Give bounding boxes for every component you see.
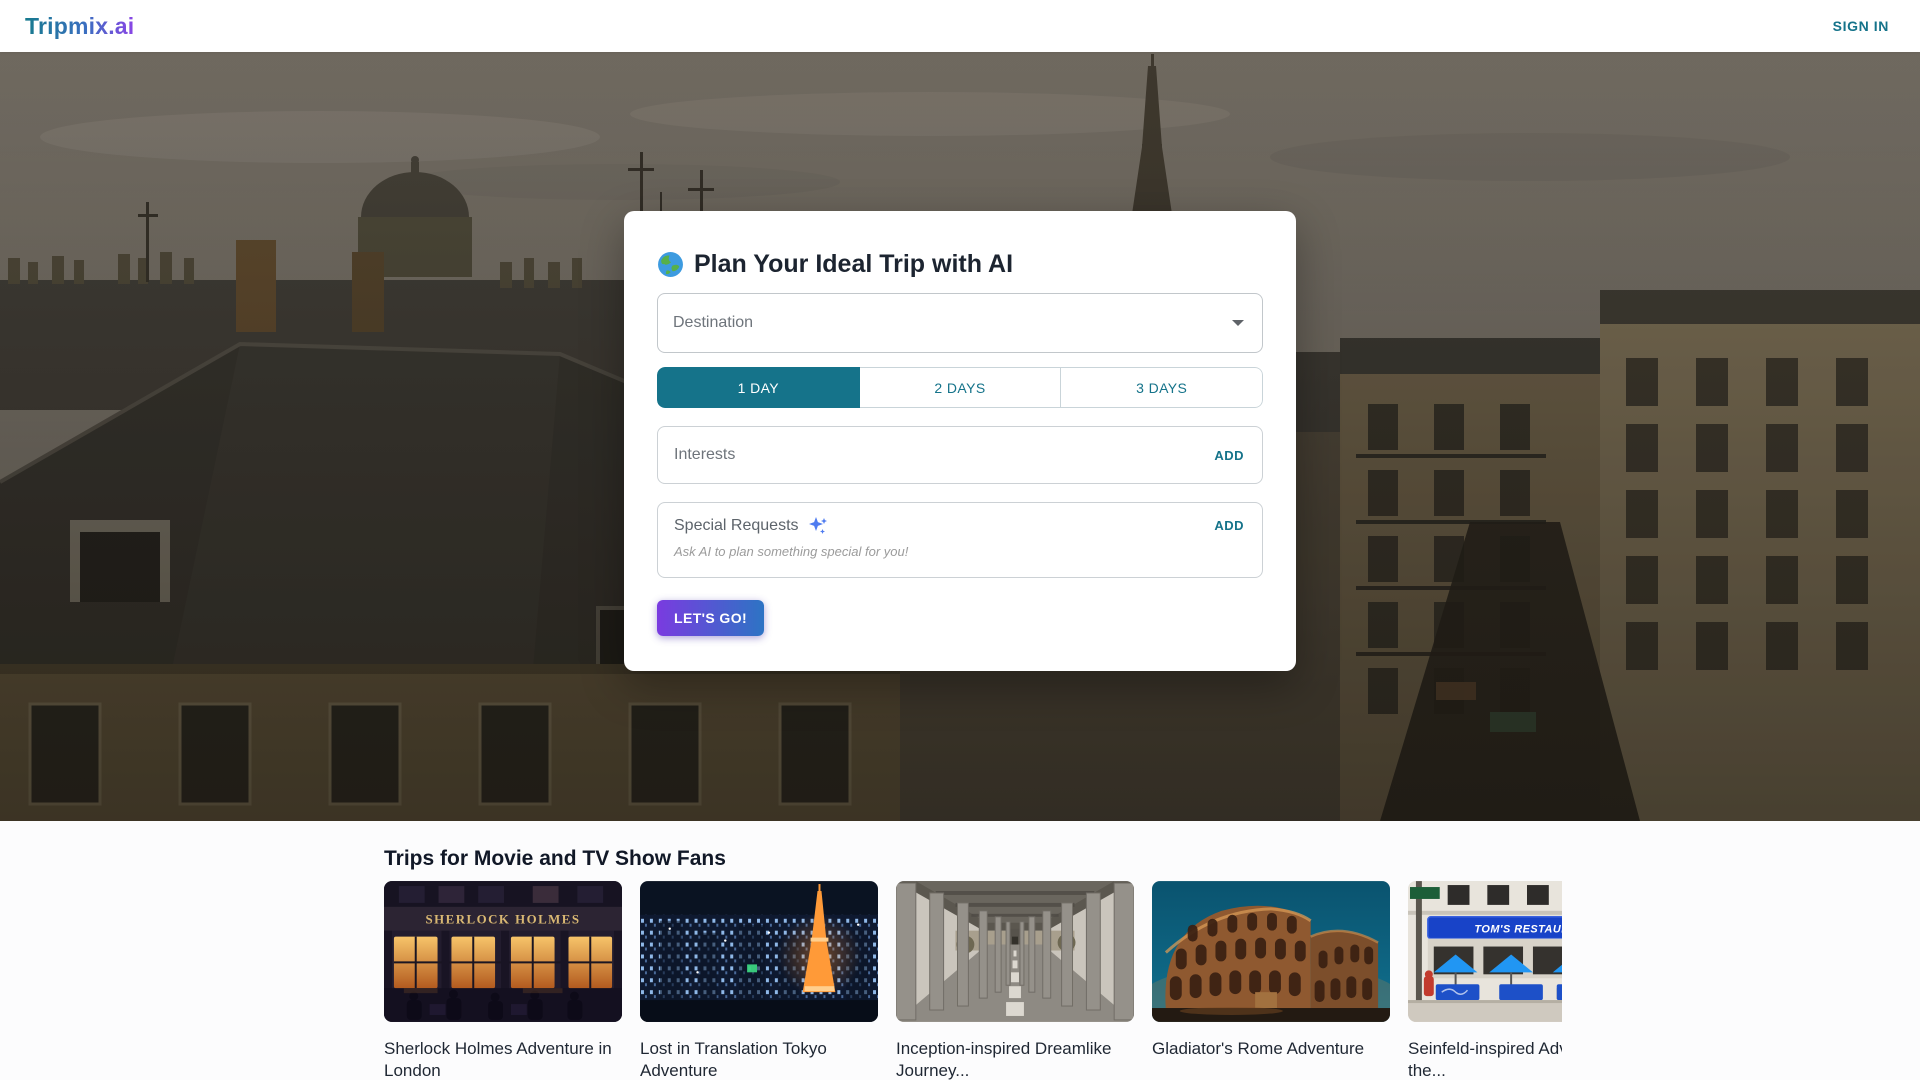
lets-go-button[interactable]: LET'S GO! (657, 600, 765, 636)
interests-placeholder: Interests (674, 446, 736, 463)
trip-card-title: Sherlock Holmes Adventure in London (384, 1039, 612, 1080)
special-requests-hint: Ask AI to plan something special for you… (674, 544, 909, 559)
duration-1-day-button[interactable]: 1 DAY (657, 367, 860, 408)
trip-card-gladiator[interactable]: Gladiator's Rome Adventure (1152, 881, 1390, 1082)
trips-section: Trips for Movie and TV Show Fans SHERLOC… (0, 821, 1920, 1080)
trip-card-seinfeld[interactable]: TOM'S RESTAURANT (1408, 881, 1562, 1082)
special-requests-add-button[interactable]: ADD (1212, 514, 1246, 537)
trip-card-image-colosseum (1152, 881, 1390, 1022)
trip-card-image-toms-restaurant: TOM'S RESTAURANT (1408, 881, 1562, 1022)
destination-select[interactable]: Destination (657, 293, 1263, 353)
trip-cards-row: SHERLOCK HOLMES Sherlock Holmes Adventur… (384, 881, 1562, 1082)
sparkles-icon (808, 516, 827, 534)
duration-toggle-group: 1 DAY 2 DAYS 3 DAYS (657, 367, 1263, 408)
trip-card-image-bridge-colonnade (896, 881, 1134, 1022)
trip-card-inception[interactable]: Inception-inspired Dreamlike Journey... (896, 881, 1134, 1082)
trip-card-image-tokyo-skyline (640, 881, 878, 1022)
logo[interactable]: Tripmix.ai (25, 13, 134, 40)
app-header: Tripmix.ai SIGN IN (0, 0, 1920, 52)
trip-card-title: Lost in Translation Tokyo Adventure (640, 1039, 827, 1080)
globe-icon (658, 251, 683, 277)
pub-sign-text: SHERLOCK HOLMES (425, 913, 580, 927)
trip-planner-card: Plan Your Ideal Trip with AI Destination… (624, 211, 1296, 671)
interests-input[interactable]: Interests ADD (657, 426, 1263, 484)
special-requests-input[interactable]: Special Requests ADD Ask AI to plan some… (657, 502, 1263, 578)
planner-title: Plan Your Ideal Trip with AI (657, 249, 1263, 279)
trip-card-sherlock[interactable]: SHERLOCK HOLMES Sherlock Holmes Adventur… (384, 881, 622, 1082)
chevron-down-icon (1232, 320, 1244, 326)
destination-placeholder: Destination (673, 314, 754, 331)
trip-card-title: Inception-inspired Dreamlike Journey... (896, 1039, 1112, 1080)
trip-card-tokyo[interactable]: Lost in Translation Tokyo Adventure (640, 881, 878, 1082)
trip-card-image-sherlock-pub: SHERLOCK HOLMES (384, 881, 622, 1022)
sign-in-button[interactable]: SIGN IN (1827, 17, 1895, 35)
duration-2-days-button[interactable]: 2 DAYS (859, 367, 1062, 408)
hero-section: Plan Your Ideal Trip with AI Destination… (0, 52, 1920, 821)
trips-heading: Trips for Movie and TV Show Fans (384, 847, 726, 870)
trip-card-title: Gladiator's Rome Adventure (1152, 1039, 1365, 1058)
planner-title-text: Plan Your Ideal Trip with AI (694, 250, 1014, 278)
duration-3-days-button[interactable]: 3 DAYS (1061, 367, 1263, 408)
special-requests-label: Special Requests (674, 516, 799, 534)
restaurant-sign-text: TOM'S RESTAURANT (1474, 924, 1562, 936)
interests-add-button[interactable]: ADD (1212, 444, 1246, 467)
trip-card-title: Seinfeld-inspired Adventure in the... (1408, 1039, 1562, 1080)
